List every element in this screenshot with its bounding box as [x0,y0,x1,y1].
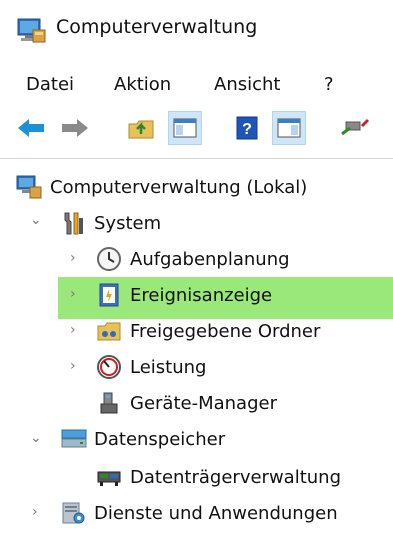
tree-label-dienste: Dienste und Anwendungen [94,502,338,524]
tree-label-ereignisanzeige: Ereignisanzeige [130,284,273,306]
chevron-right-icon[interactable]: › [70,286,76,302]
chevron-right-icon[interactable]: › [70,358,76,374]
device-manager-icon [96,390,122,416]
tree-node-freigegebene-ordner[interactable]: Freigegebene Ordner [96,314,320,348]
chevron-down-icon[interactable]: ⌄ [30,430,42,446]
tools-icon [60,210,86,236]
tree-node-leistung[interactable]: Leistung [96,350,206,384]
tree-label-system: System [94,212,162,234]
event-viewer-icon [96,282,122,308]
toolbar: ? [0,105,393,155]
tree-label-root: Computerverwaltung (Lokal) [50,176,308,198]
tree-node-datenspeicher[interactable]: Datenspeicher [60,422,225,456]
menu-datei[interactable]: Datei [26,74,74,95]
title-bar: Computerverwaltung [0,0,393,62]
tree-label-datentraegerverwaltung: Datenträgerverwaltung [130,466,341,488]
chevron-right-icon[interactable]: › [70,322,76,338]
menu-ansicht[interactable]: Ansicht [214,74,280,95]
tree-label-aufgabenplanung: Aufgabenplanung [130,248,290,270]
tree-node-root[interactable]: Computerverwaltung (Lokal) [16,170,307,204]
up-folder-icon[interactable] [124,111,158,145]
menu-bar: Datei Aktion Ansicht ? [0,70,393,106]
services-icon [60,500,86,526]
help-icon[interactable]: ? [230,111,264,145]
tree-node-datentraegerverwaltung[interactable]: Datenträgerverwaltung [96,460,341,494]
tree-node-dienste[interactable]: Dienste und Anwendungen [60,496,338,530]
shared-folder-icon [96,318,122,344]
show-hide-console-tree-icon[interactable] [168,111,202,145]
tree-label-geraete-manager: Geräte-Manager [130,392,277,414]
tree-label-leistung: Leistung [130,356,207,378]
tree-node-ereignisanzeige[interactable]: Ereignisanzeige [96,278,272,312]
performance-icon [96,354,122,380]
tree-label-freigegebene-ordner: Freigegebene Ordner [130,320,321,342]
computer-management-icon [16,174,42,200]
tree-node-aufgabenplanung[interactable]: Aufgabenplanung [96,242,290,276]
tree-label-datenspeicher: Datenspeicher [94,428,226,450]
show-hide-action-pane-icon[interactable] [272,111,306,145]
window-title: Computerverwaltung [56,16,258,38]
computer-management-icon [16,18,46,44]
chevron-down-icon[interactable]: ⌄ [30,212,42,228]
back-arrow-icon[interactable] [14,111,48,145]
clock-icon [96,246,122,272]
storage-icon [60,426,87,452]
menu-aktion[interactable]: Aktion [114,74,171,95]
tree-node-system[interactable]: System [60,206,161,240]
disk-management-icon [96,464,122,490]
chevron-right-icon[interactable]: › [70,250,76,266]
toolbar-separator [0,158,393,159]
menu-help[interactable]: ? [324,74,334,95]
connect-icon[interactable] [338,111,372,145]
forward-arrow-icon[interactable] [58,111,92,145]
svg-text:?: ? [242,121,252,138]
chevron-right-icon[interactable]: › [32,504,38,520]
tree-node-geraete-manager[interactable]: Geräte-Manager [96,386,277,420]
